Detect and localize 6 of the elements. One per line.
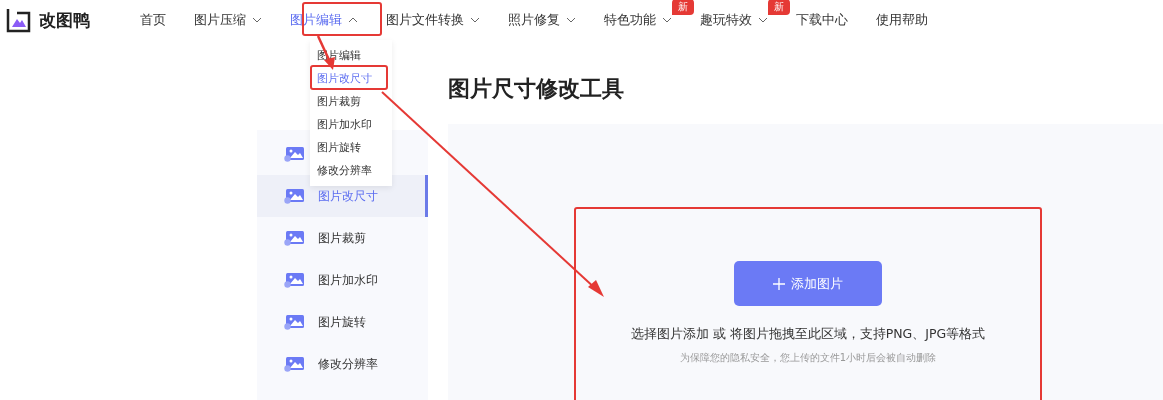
new-badge: 新	[672, 0, 694, 15]
page-title: 图片尺寸修改工具	[448, 75, 624, 103]
logo-text: 改图鸭	[39, 8, 90, 32]
upload-hint: 选择图片添加 或 将图片拖拽至此区域，支持PNG、JPG等格式	[630, 326, 986, 343]
new-badge: 新	[768, 0, 790, 15]
privacy-note: 为保障您的隐私安全，您上传的文件1小时后会被自动删除	[679, 351, 937, 365]
